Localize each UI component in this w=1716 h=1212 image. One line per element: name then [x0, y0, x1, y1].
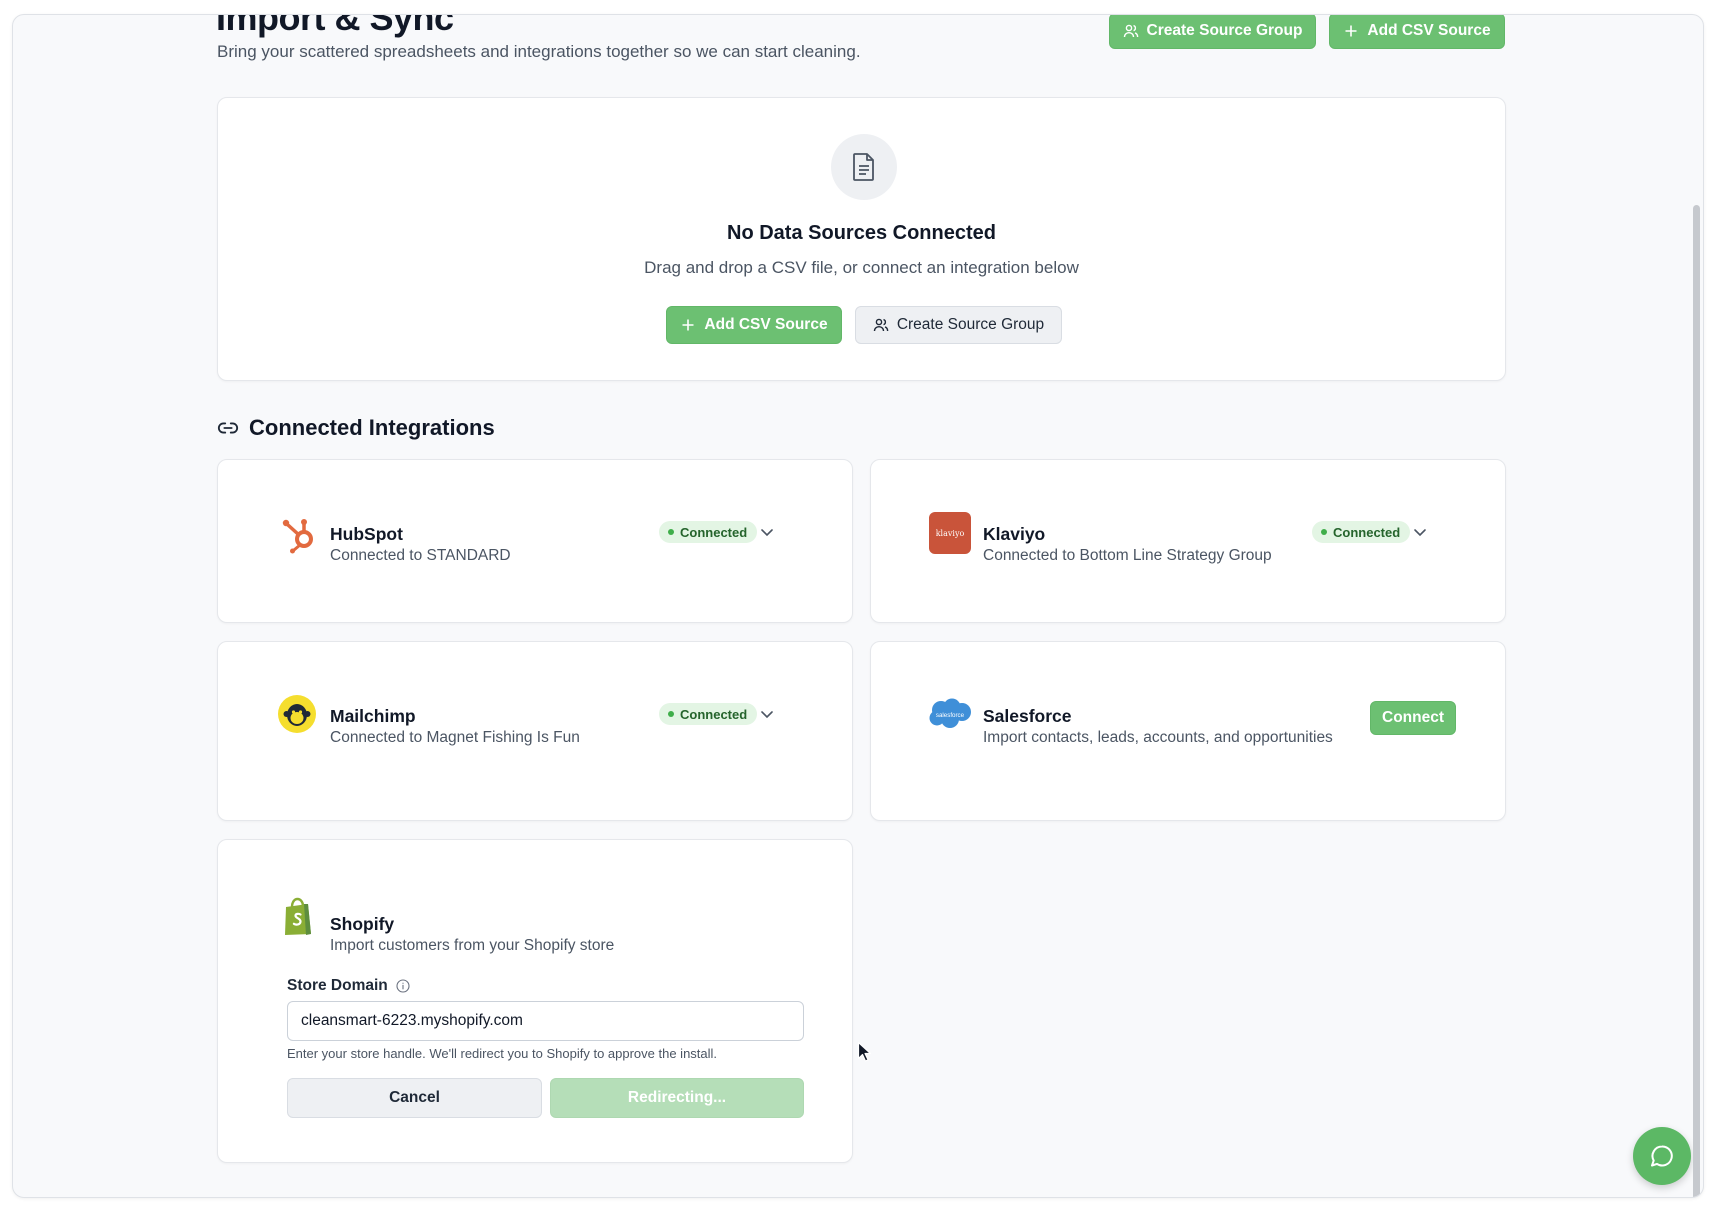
- create-source-group-label: Create Source Group: [1146, 22, 1303, 39]
- store-domain-label: Store Domain: [287, 977, 410, 995]
- scrollbar[interactable]: [1693, 205, 1700, 1197]
- mailchimp-description: Connected to Magnet Fishing Is Fun: [330, 729, 580, 746]
- empty-add-csv-label: Add CSV Source: [704, 316, 828, 333]
- klaviyo-status-label: Connected: [1333, 524, 1401, 540]
- mailchimp-status-badge: Connected: [659, 703, 758, 725]
- hubspot-status-label: Connected: [680, 524, 748, 540]
- empty-state-title: No Data Sources Connected: [727, 222, 996, 244]
- empty-add-csv-source-button[interactable]: Add CSV Source: [666, 306, 842, 344]
- klaviyo-logo-text: klaviyo: [935, 528, 965, 538]
- info-icon[interactable]: [396, 979, 410, 993]
- salesforce-name: Salesforce: [983, 706, 1072, 726]
- add-csv-source-button[interactable]: Add CSV Source: [1329, 15, 1505, 49]
- salesforce-connect-button[interactable]: Connect: [1370, 701, 1456, 735]
- section-title: Connected Integrations: [249, 415, 495, 440]
- mailchimp-name: Mailchimp: [330, 706, 416, 726]
- store-domain-input[interactable]: [287, 1001, 804, 1041]
- shopify-name: Shopify: [330, 914, 395, 934]
- page-title: Import & Sync: [216, 14, 454, 38]
- document-icon: [831, 134, 897, 200]
- users-icon: [873, 318, 889, 332]
- store-domain-help: Enter your store handle. We'll redirect …: [287, 1046, 718, 1061]
- klaviyo-name: Klaviyo: [983, 524, 1046, 544]
- chat-bubble-icon: [1651, 1145, 1673, 1167]
- page-subtitle: Bring your scattered spreadsheets and in…: [217, 42, 861, 61]
- integrations-section-header: Connected Integrations: [217, 415, 495, 441]
- shopify-description: Import customers from your Shopify store: [330, 937, 615, 954]
- empty-state-description: Drag and drop a CSV file, or connect an …: [644, 258, 1079, 277]
- mailchimp-status-label: Connected: [680, 706, 748, 722]
- chat-button[interactable]: [1633, 1127, 1691, 1185]
- status-dot: [668, 529, 674, 535]
- plus-icon: [682, 319, 694, 331]
- salesforce-logo: salesforce: [927, 695, 973, 733]
- chevron-down-icon[interactable]: [758, 705, 776, 723]
- hubspot-logo: [277, 512, 321, 556]
- empty-state-card: No Data Sources Connected Drag and drop …: [217, 97, 1506, 381]
- mouse-cursor-icon: [857, 1041, 872, 1062]
- mailchimp-logo: [277, 694, 317, 734]
- redirecting-button[interactable]: Redirecting...: [550, 1078, 804, 1118]
- store-domain-label-text: Store Domain: [287, 977, 388, 994]
- status-dot: [668, 711, 674, 717]
- chevron-down-icon[interactable]: [758, 523, 776, 541]
- users-icon: [1123, 24, 1138, 38]
- link-icon: [217, 422, 239, 434]
- empty-create-group-label: Create Source Group: [896, 316, 1045, 333]
- salesforce-logo-text: salesforce: [936, 712, 965, 719]
- klaviyo-logo: klaviyo: [929, 512, 971, 554]
- add-csv-source-label: Add CSV Source: [1367, 22, 1491, 39]
- hubspot-name: HubSpot: [330, 524, 403, 544]
- empty-create-source-group-button[interactable]: Create Source Group: [855, 306, 1062, 344]
- status-dot: [1321, 529, 1327, 535]
- hubspot-description: Connected to STANDARD: [330, 547, 511, 564]
- klaviyo-status-badge: Connected: [1312, 521, 1411, 543]
- klaviyo-description: Connected to Bottom Line Strategy Group: [983, 547, 1272, 564]
- app-window: Import & Sync Bring your scattered sprea…: [12, 14, 1704, 1198]
- chevron-down-icon[interactable]: [1411, 523, 1429, 541]
- salesforce-description: Import contacts, leads, accounts, and op…: [983, 729, 1333, 746]
- cancel-button[interactable]: Cancel: [287, 1078, 542, 1118]
- create-source-group-button[interactable]: Create Source Group: [1109, 15, 1316, 49]
- plus-icon: [1345, 25, 1357, 37]
- hubspot-status-badge: Connected: [659, 521, 758, 543]
- shopify-logo: [279, 895, 317, 937]
